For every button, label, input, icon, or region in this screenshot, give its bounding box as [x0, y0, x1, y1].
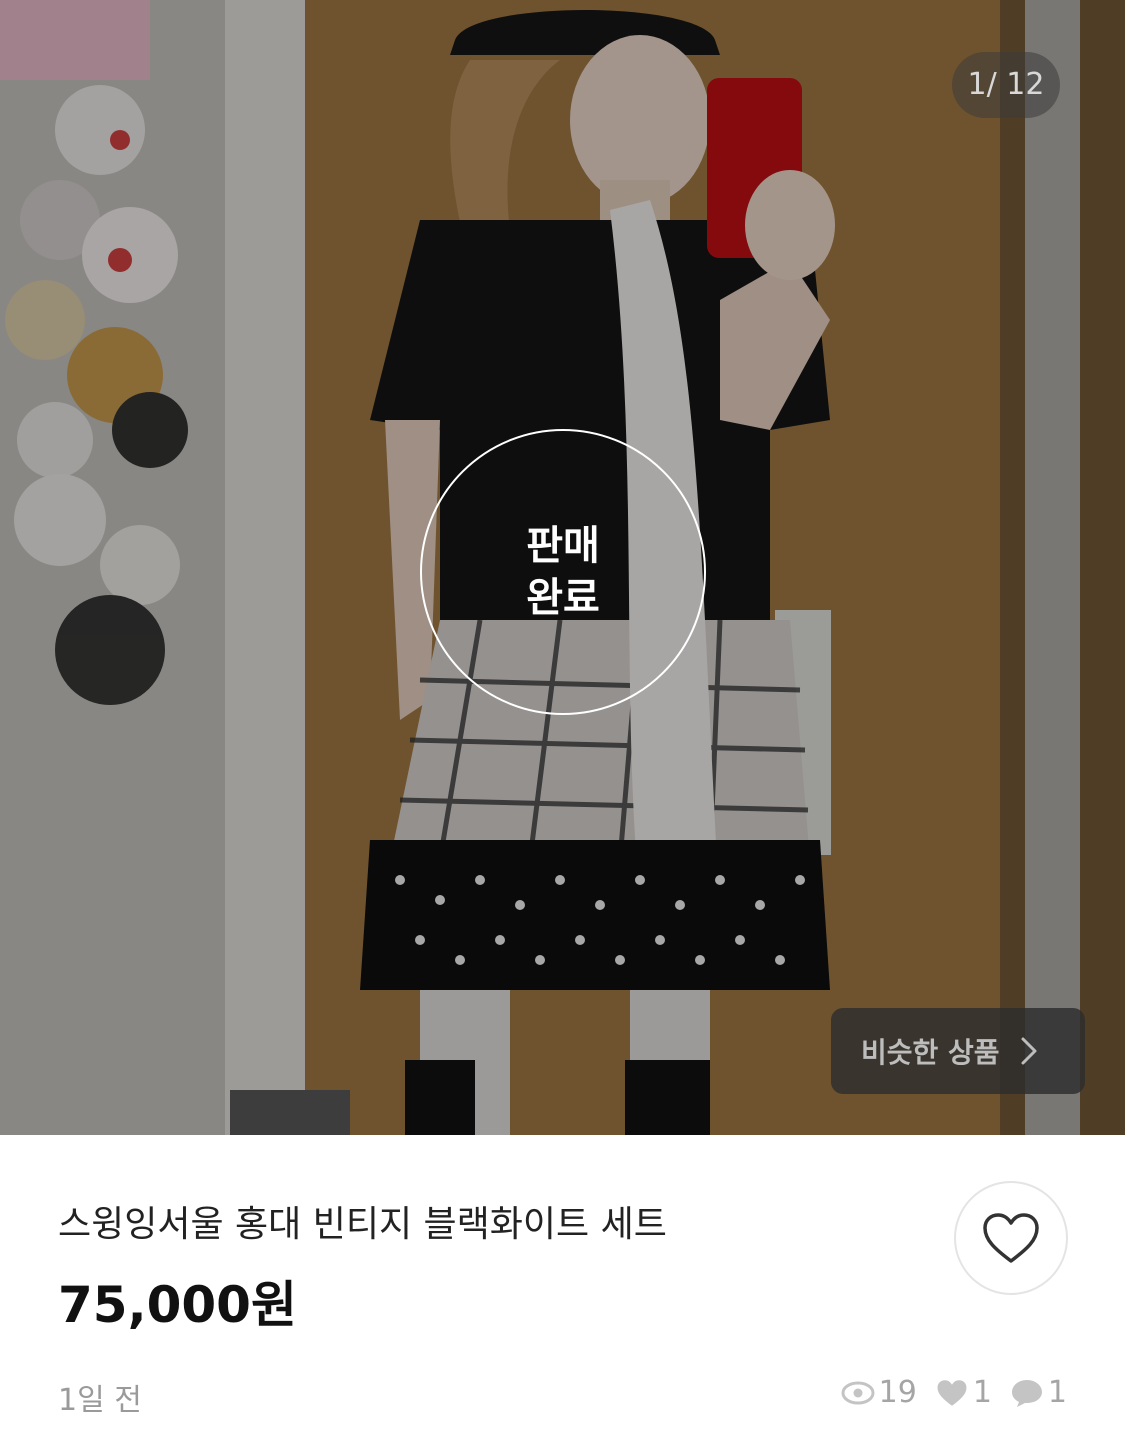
- product-image-gallery[interactable]: 1/ 12 판매 완료 비슷한 상품: [0, 0, 1125, 1135]
- sold-out-badge: 판매 완료: [420, 429, 706, 715]
- product-info: 스윙잉서울 홍대 빈티지 블랙화이트 세트 75,000원 1일 전 19 1 …: [0, 1135, 1125, 1433]
- chevron-right-icon: [1021, 1037, 1037, 1065]
- chat-count: 1: [1010, 1375, 1067, 1410]
- similar-products-label: 비슷한 상품: [861, 1036, 1000, 1069]
- image-counter: 1/ 12: [952, 52, 1060, 118]
- heart-outline-icon: [983, 1213, 1039, 1263]
- product-title: 스윙잉서울 홍대 빈티지 블랙화이트 세트: [58, 1204, 667, 1245]
- like-button[interactable]: [954, 1181, 1068, 1295]
- similar-products-button[interactable]: 비슷한 상품: [831, 1008, 1085, 1094]
- product-stats: 19 1 1: [841, 1375, 1067, 1410]
- sold-badge-line2: 완료: [526, 575, 600, 621]
- posted-time: 1일 전: [58, 1383, 142, 1418]
- sold-badge-line1: 판매: [526, 523, 600, 569]
- heart-icon: [937, 1379, 967, 1406]
- chat-count-value: 1: [1047, 1375, 1067, 1410]
- view-count-value: 19: [878, 1375, 917, 1410]
- chat-bubble-icon: [1011, 1379, 1042, 1407]
- eye-icon: [841, 1381, 875, 1404]
- like-count: 1: [935, 1375, 992, 1410]
- view-count: 19: [841, 1375, 917, 1410]
- product-price: 75,000원: [58, 1276, 297, 1334]
- like-count-value: 1: [972, 1375, 992, 1410]
